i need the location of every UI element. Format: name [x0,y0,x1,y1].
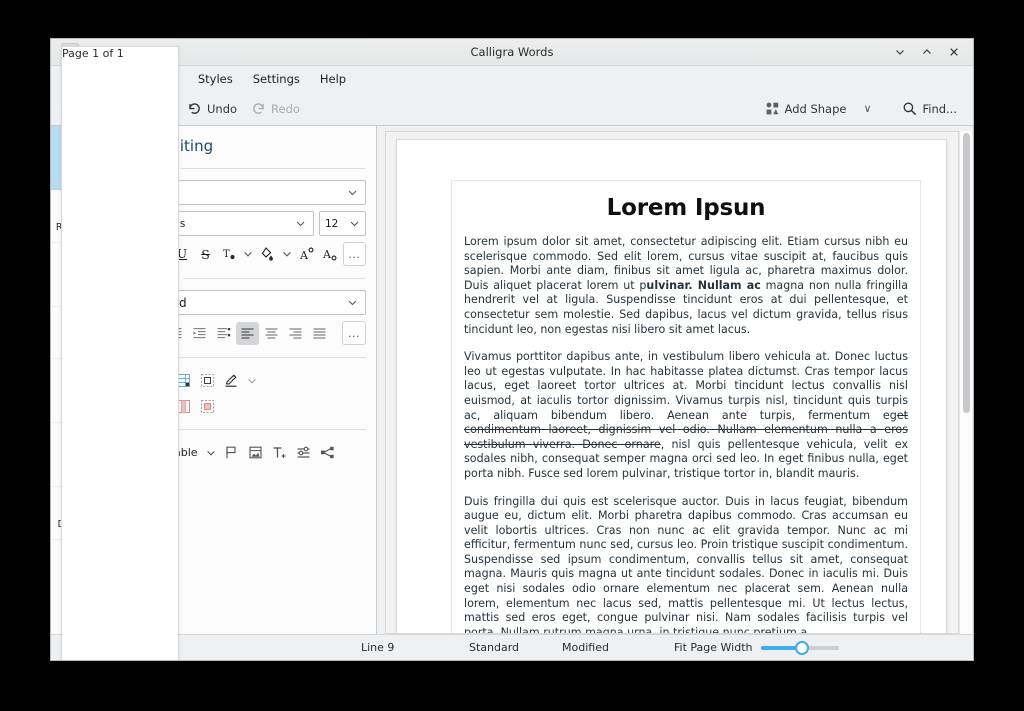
minimize-button[interactable] [893,45,907,59]
line-indicator: Line 9 [361,641,469,654]
canvas-area: Lorem Ipsun Lorem ipsum dolor sit amet, … [377,126,973,634]
align-justify-button[interactable] [308,322,331,345]
align-center-button[interactable] [260,322,283,345]
redo-button[interactable]: Redo [245,96,306,122]
align-left-button[interactable] [236,322,259,345]
change-text-direction-button[interactable] [212,322,235,345]
align-right-button[interactable] [284,322,307,345]
insert-special-character-button[interactable] [292,441,315,464]
group-divider [183,278,366,279]
document-paragraph: Vivamus porttitor dapibus ante, in vesti… [464,350,908,481]
svg-text:T: T [223,249,230,260]
title-bar: Calligra Words [51,39,973,66]
maximize-button[interactable] [920,45,934,59]
main-toolbar: ∨ Undo [51,92,973,126]
chevron-down-icon [282,249,292,259]
add-shape-label: Add Shape [785,102,847,116]
character-more-button[interactable]: ... [343,242,366,266]
redo-label: Redo [271,102,300,116]
strikethrough-button[interactable]: S [194,243,216,266]
find-label: Find... [922,102,957,116]
chevron-down-icon [206,448,216,458]
subscript-button[interactable]: A [319,243,341,266]
highlight-color-dropdown[interactable] [280,243,295,266]
insert-frame-button[interactable] [244,441,267,464]
strikethrough-label: S [201,247,210,262]
svg-text:A: A [322,248,332,261]
zoom-mode-label[interactable]: Fit Page Width [674,641,752,654]
add-shape-button[interactable]: Add Shape [759,96,853,122]
document-canvas[interactable]: Lorem Ipsun Lorem ipsum dolor sit amet, … [385,131,959,634]
document-paragraph: Duis fringilla dui quis est scelerisque … [464,495,908,635]
page-indicator: Page 1 of 1 [61,46,179,661]
document-paragraph: Lorem ipsum dolor sit amet, consectetur … [464,235,908,337]
text-color-dropdown[interactable] [241,243,256,266]
modified-indicator: Modified [562,641,674,654]
increase-indent-button[interactable] [188,322,211,345]
font-size-combobox[interactable]: 12 [319,211,366,236]
paragraph-more-button[interactable]: ... [342,321,366,345]
undo-label: Undo [207,102,237,116]
menu-styles[interactable]: Styles [189,69,242,89]
add-shape-dropdown[interactable]: ∨ [854,96,880,122]
application-window: Calligra Words File Edit View Styles Set… [50,38,974,661]
style-indicator: Standard [469,641,562,654]
close-button[interactable] [947,45,961,59]
insert-bookmark-button[interactable] [220,441,243,464]
insert-connection-button[interactable] [316,441,339,464]
history-tool-group: Undo Redo [181,96,306,122]
window-controls [893,45,967,59]
toolbar-right-group: Add Shape ∨ Find... [759,96,963,122]
text-run: Duis fringilla dui quis est scelerisque … [464,495,908,635]
text-run-bold: ulvinar. Nullam ac [646,279,760,292]
svg-text:A: A [299,249,309,262]
font-size-value: 12 [325,218,349,230]
text-run: Vivamus porttitor dapibus ante, in vesti… [464,350,908,421]
chevron-down-icon [295,218,306,229]
scrollbar-thumb[interactable] [963,133,970,413]
chevron-down-icon [247,376,257,386]
chevron-down-icon [347,187,358,198]
text-color-button[interactable]: T [218,243,240,266]
screen: Calligra Words File Edit View Styles Set… [0,0,1024,711]
highlight-color-button[interactable] [257,243,279,266]
group-divider [158,357,366,358]
group-divider [181,168,366,169]
document-page[interactable]: Lorem Ipsun Lorem ipsum dolor sit amet, … [396,139,947,634]
insert-variable-dropdown[interactable] [204,441,219,464]
zoom-slider[interactable] [761,641,839,655]
superscript-button[interactable]: A [296,243,318,266]
undo-button[interactable]: Undo [181,96,243,122]
text-frame[interactable]: Lorem Ipsun Lorem ipsum dolor sit amet, … [451,180,921,634]
menu-settings[interactable]: Settings [244,69,309,89]
window-body: Textediting References [51,126,973,634]
chevron-down-icon [243,249,253,259]
status-bar: Page 1 of 1 Line 9 Standard Modified Fit… [51,634,973,660]
chevron-down-icon [349,218,360,229]
document-heading: Lorem Ipsun [464,195,908,221]
delete-table-button[interactable] [196,395,219,418]
menu-bar: File Edit View Styles Settings Help [51,66,973,92]
table-border-pen-button[interactable] [220,369,243,392]
group-divider [161,429,366,430]
window-title: Calligra Words [51,45,973,59]
canvas-vertical-scrollbar[interactable] [959,131,972,634]
menu-help[interactable]: Help [311,69,355,89]
table-border-dropdown[interactable] [244,369,259,392]
insert-text-button[interactable] [268,441,291,464]
merge-cells-button[interactable] [196,369,219,392]
find-button[interactable]: Find... [896,96,963,122]
chevron-down-icon [347,297,358,308]
zoom-slider-handle[interactable] [795,641,809,655]
